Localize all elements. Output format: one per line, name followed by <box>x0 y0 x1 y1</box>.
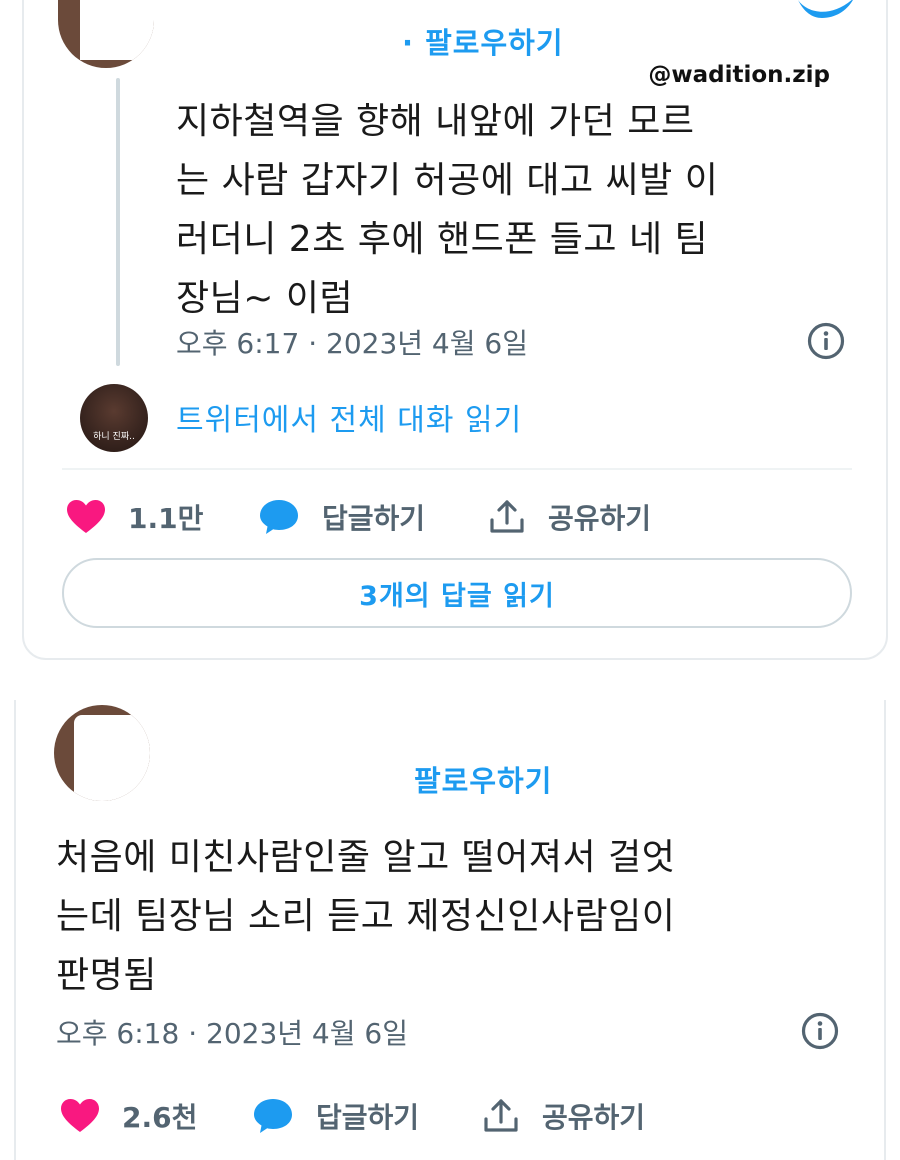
follow-button-2[interactable]: 팔로우하기 <box>414 758 552 800</box>
info-icon[interactable] <box>800 1011 840 1051</box>
read-conversation-link[interactable]: 트위터에서 전체 대화 읽기 <box>176 395 522 439</box>
tweet-text-line: 지하철역을 향해 내앞에 가던 모르 <box>176 101 695 142</box>
tweet-text-line: 처음에 미친사람인줄 알고 떨어져서 걸엇 <box>56 837 676 878</box>
timestamp-2[interactable]: 오후 6:18 · 2023년 4월 6일 <box>56 1012 408 1052</box>
heart-icon <box>67 500 105 533</box>
tweet-text-2: 처음에 미친사람인줄 알고 떨어져서 걸엇 는데 팀장님 소리 듣고 제정신인사… <box>56 828 675 1005</box>
like-count: 2.6천 <box>122 1101 198 1134</box>
share-button-2[interactable]: 공유하기 <box>482 1096 645 1136</box>
heart-icon <box>61 1099 99 1132</box>
author-avatar-2[interactable] <box>54 705 150 801</box>
tweet-text-1: 지하철역을 향해 내앞에 가던 모르 는 사람 갑자기 허공에 대고 씨발 이 … <box>176 92 718 328</box>
watermark: @wadition.zip <box>648 62 830 88</box>
read-replies-button[interactable]: 3개의 답글 읽기 <box>62 558 852 628</box>
reply-label: 답글하기 <box>322 502 426 535</box>
tweet-text-line: 판명됨 <box>56 955 157 996</box>
info-icon[interactable] <box>806 321 846 361</box>
tweet-text-line: 는데 팀장님 소리 듣고 제정신인사람임이 <box>56 896 676 937</box>
like-button-2[interactable]: 2.6천 <box>60 1096 197 1136</box>
divider <box>62 468 852 470</box>
like-button-1[interactable]: 1.1만 <box>66 497 203 537</box>
thread-line <box>116 78 120 366</box>
follow-button-1[interactable]: · 팔로우하기 <box>402 20 564 62</box>
share-label: 공유하기 <box>542 1101 646 1134</box>
reply-bubble-icon <box>254 1099 292 1133</box>
share-button-1[interactable]: 공유하기 <box>488 497 651 537</box>
reply-button-1[interactable]: 답글하기 <box>258 497 425 537</box>
like-count: 1.1만 <box>128 502 204 535</box>
reply-bubble-icon <box>260 500 298 534</box>
share-label: 공유하기 <box>548 502 652 535</box>
tweet-text-line: 러더니 2초 후에 핸드폰 들고 네 팀 <box>176 219 709 260</box>
share-icon <box>490 500 524 533</box>
avatar-caption: 하니 진짜.. <box>93 432 135 442</box>
reply-avatar[interactable]: 하니 진짜.. <box>80 384 148 452</box>
tweet-text-line: 는 사람 갑자기 허공에 대고 씨발 이 <box>176 160 719 201</box>
reply-button-2[interactable]: 답글하기 <box>252 1096 419 1136</box>
share-icon <box>484 1099 518 1132</box>
reply-label: 답글하기 <box>316 1101 420 1134</box>
bird-icon <box>798 0 853 18</box>
tweet-text-line: 장님~ 이럼 <box>176 278 354 319</box>
timestamp-1[interactable]: 오후 6:17 · 2023년 4월 6일 <box>176 322 528 362</box>
